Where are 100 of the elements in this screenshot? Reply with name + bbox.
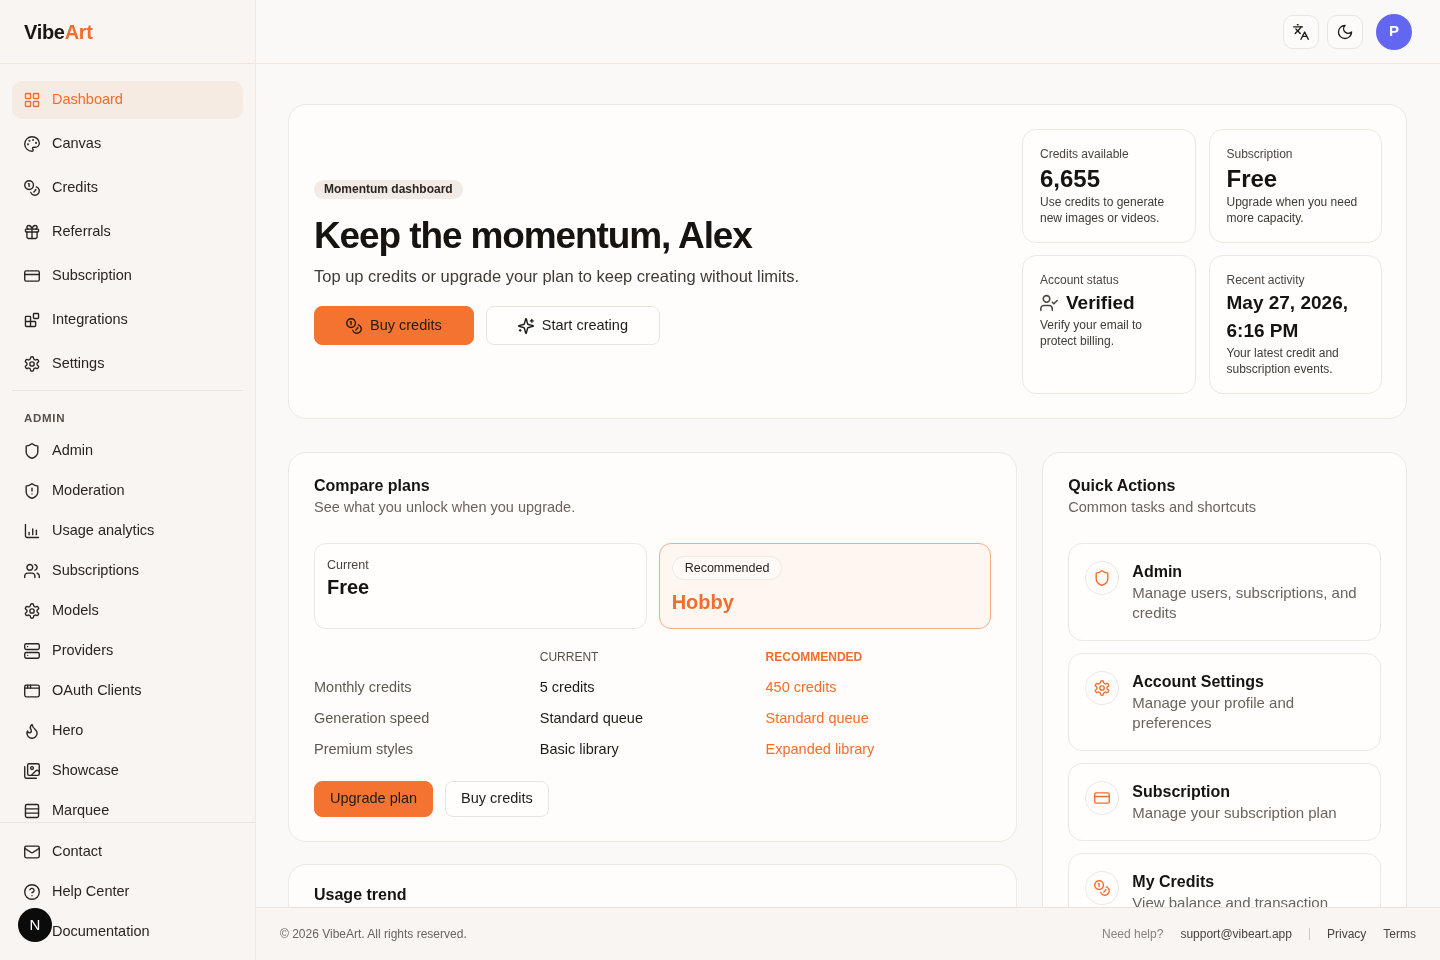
action-description: Manage users, subscriptions, and credits — [1132, 583, 1358, 623]
sidebar-item[interactable]: Canvas — [12, 125, 243, 163]
primary-button[interactable]: Buy credits — [314, 306, 474, 346]
stat-value: Verified — [1066, 291, 1135, 315]
sidebar-item[interactable]: Providers — [12, 633, 243, 669]
plan-label: Current — [327, 557, 370, 574]
theme-toggle-button[interactable] — [1327, 14, 1363, 49]
sidebar-item[interactable]: Usage analytics — [12, 513, 243, 549]
bar-chart-icon — [24, 523, 40, 539]
stat-label: Recent activity — [1226, 272, 1306, 289]
plan-name: Hobby — [671, 590, 735, 615]
stat-value: Free — [1226, 166, 1279, 192]
sidebar-item[interactable]: Settings — [12, 345, 243, 383]
action-title: My Credits — [1132, 872, 1216, 892]
card-subtitle: Common tasks and shortcuts — [1068, 498, 1258, 517]
window-icon — [24, 683, 40, 699]
sidebar-item[interactable]: Moderation — [12, 473, 243, 509]
help-icon — [24, 884, 40, 900]
quick-action-item[interactable]: Subscription Manage your subscription plan — [1068, 763, 1381, 841]
sidebar-section-label: ADMIN — [24, 411, 66, 426]
shield-icon — [24, 443, 40, 459]
sidebar-item[interactable]: Help Center — [12, 874, 243, 910]
stat-label: Subscription — [1226, 146, 1294, 163]
moon-icon — [1337, 23, 1353, 40]
stat-description: Upgrade when you need more capacity. — [1226, 194, 1359, 226]
table-cell: 450 credits — [765, 679, 837, 695]
sidebar-item[interactable]: Models — [12, 593, 243, 629]
sidebar-item[interactable]: Marquee — [12, 793, 243, 822]
card-title: Compare plans — [314, 476, 431, 496]
action-title: Subscription — [1132, 782, 1232, 802]
sidebar-item[interactable]: Referrals — [12, 213, 243, 251]
card-subtitle: See what you unlock when you upgrade. — [314, 498, 577, 517]
card-icon — [1085, 781, 1120, 815]
card-icon — [24, 268, 40, 284]
mail-icon — [24, 844, 40, 860]
row-label: Premium styles — [314, 741, 414, 757]
sidebar-item[interactable]: Showcase — [12, 753, 243, 789]
primary-button[interactable]: Upgrade plan — [314, 781, 434, 817]
quick-action-item[interactable]: Admin Manage users, subscriptions, and credits — [1068, 543, 1381, 641]
plan-name: Free — [327, 575, 371, 600]
secondary-button[interactable]: Start creating — [485, 306, 660, 346]
sidebar-item[interactable]: Integrations — [12, 301, 243, 339]
stat-label: Account status — [1040, 272, 1120, 289]
plan-badge: Recommended — [671, 556, 783, 580]
sparkles-icon — [517, 317, 534, 334]
stat-value: 6,655 — [1040, 166, 1102, 192]
gift-icon — [24, 224, 40, 240]
blocks-icon — [24, 312, 40, 328]
stat-description: Your latest credit and subscription events. — [1226, 345, 1340, 377]
sidebar-item[interactable]: Admin — [12, 433, 243, 469]
hero-subtitle: Top up credits or upgrade your plan to keep creating without limits. — [314, 266, 801, 288]
card-title: Quick Actions — [1068, 476, 1177, 496]
coins-icon — [24, 180, 40, 196]
sidebar-item[interactable]: Documentation — [52, 914, 243, 950]
avatar-button[interactable]: P — [1376, 13, 1412, 50]
table-cell: Expanded library — [765, 741, 875, 757]
column-header: RECOMMENDED — [765, 649, 864, 666]
sidebar-item[interactable]: Subscriptions — [12, 553, 243, 589]
hero-title: Keep the momentum, Alex — [314, 214, 754, 259]
section-badge: Momentum dashboard — [314, 179, 463, 199]
quick-action-item[interactable]: Account Settings Manage your profile and preferences — [1068, 653, 1381, 751]
app-logo: VibeArt — [24, 19, 93, 45]
action-description: Manage your subscription plan — [1132, 803, 1337, 823]
table-cell: 5 credits — [539, 679, 595, 695]
gear-icon — [1085, 671, 1120, 705]
action-title: Admin — [1132, 562, 1184, 582]
server-icon — [24, 643, 40, 659]
shield-alert-icon — [24, 483, 40, 499]
table-cell: Standard queue — [765, 710, 869, 726]
row-label: Generation speed — [314, 710, 430, 726]
translate-button[interactable] — [1283, 14, 1319, 49]
secondary-button[interactable]: Buy credits — [445, 781, 549, 817]
palette-icon — [24, 136, 40, 152]
flame-icon — [24, 723, 40, 739]
users-icon — [24, 563, 40, 579]
stat-description: Verify your email to protect billing. — [1040, 317, 1144, 349]
action-description: Manage your profile and preferences — [1132, 693, 1296, 733]
sidebar-item[interactable]: Hero — [12, 713, 243, 749]
gear-icon — [24, 603, 40, 619]
email-link[interactable]: support@vibeart.app — [1180, 925, 1292, 943]
sidebar-item[interactable]: Credits — [12, 169, 243, 207]
card-title: Usage trend — [314, 885, 408, 905]
stat-label: Credits available — [1040, 146, 1130, 163]
table-cell: Basic library — [539, 741, 619, 757]
coins-icon — [1085, 871, 1120, 905]
sidebar-item[interactable]: Subscription — [12, 257, 243, 295]
user-check-icon — [1040, 294, 1058, 312]
stat-description: Use credits to generate new images or videos. — [1040, 194, 1166, 226]
translate-icon — [1293, 23, 1309, 40]
gear-icon — [24, 356, 40, 372]
footer-link[interactable]: Privacy — [1327, 925, 1367, 943]
footer-link[interactable]: Terms — [1383, 925, 1416, 943]
grid-icon — [24, 92, 40, 108]
shield-icon — [1085, 561, 1120, 595]
help-text: Need help? — [1102, 926, 1164, 943]
table-cell: Standard queue — [539, 710, 643, 726]
sidebar-item[interactable]: OAuth Clients — [12, 673, 243, 709]
images-icon — [24, 763, 40, 779]
rows-icon — [24, 803, 40, 819]
sidebar-item[interactable]: Contact — [12, 834, 243, 870]
